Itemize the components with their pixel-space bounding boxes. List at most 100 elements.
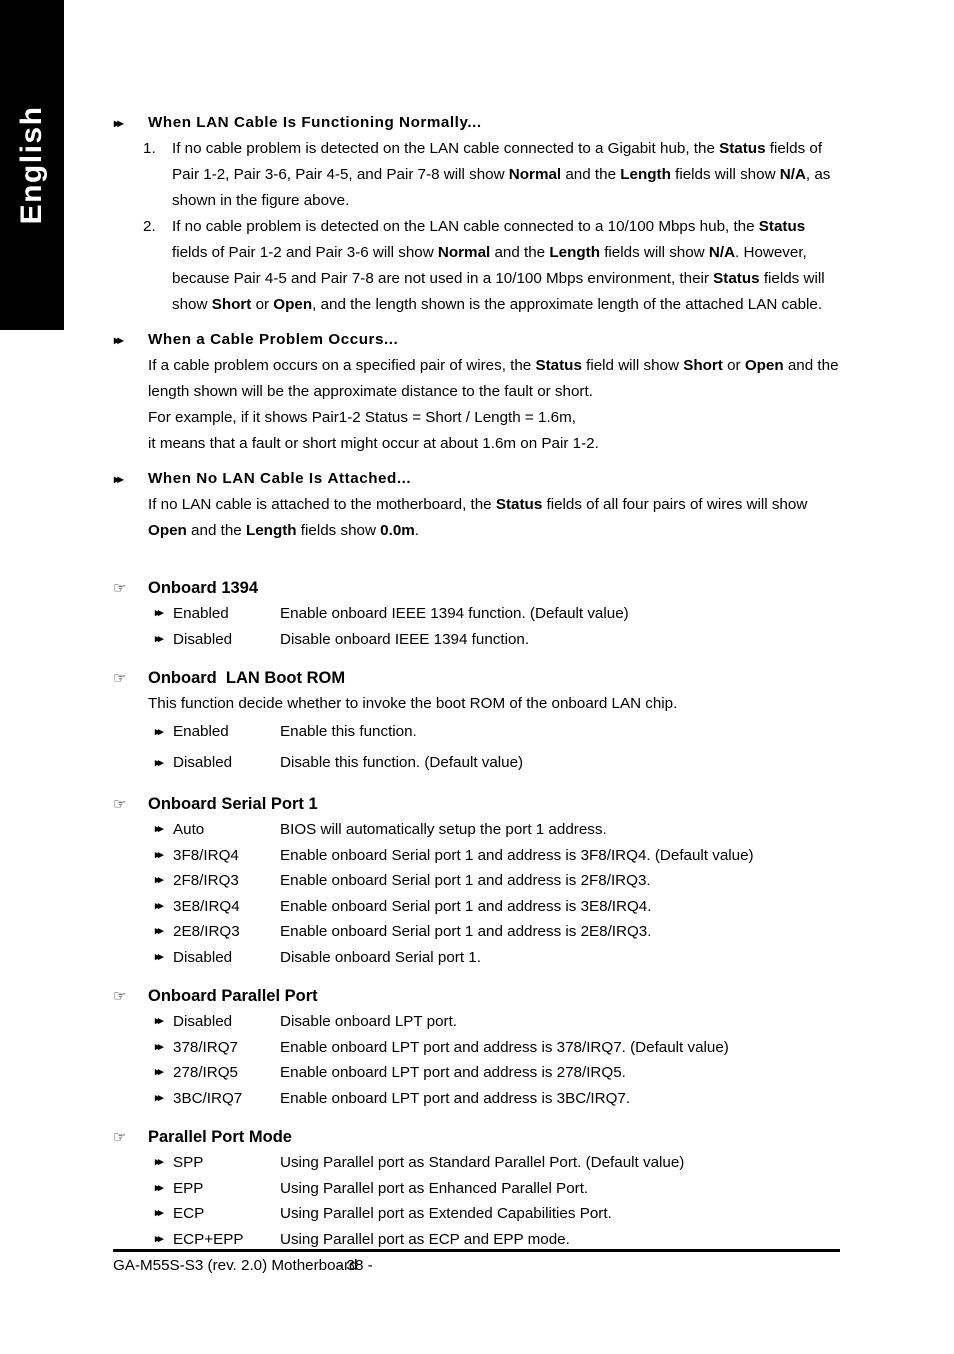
double-triangle-icon: ▸▸ <box>114 466 121 492</box>
option-row[interactable]: ▸▸ DisabledDisable this function. (Defaul… <box>113 748 840 779</box>
double-triangle-icon: ▸▸ <box>155 1009 161 1035</box>
double-triangle-icon: ▸▸ <box>155 868 161 894</box>
intro-region: ▸▸When LAN Cable Is Functioning Normally… <box>113 0 840 544</box>
list-item-text: If no cable problem is detected on the L… <box>172 140 830 209</box>
page-content: ▸▸When LAN Cable Is Functioning Normally… <box>113 0 840 1354</box>
double-triangle-icon: ▸▸ <box>155 1060 161 1086</box>
section-heading: ☞Onboard Serial Port 1 <box>113 791 840 817</box>
bios-sections-region: ☞ Onboard 1394 ▸▸ EnabledEnable onboard IEE… <box>113 544 840 1252</box>
intro-heading: ▸▸When LAN Cable Is Functioning Normally… <box>113 110 840 136</box>
section-heading: ☞ Onboard 1394 <box>113 575 840 601</box>
option-description: Disable onboard LPT port. <box>280 1009 457 1035</box>
double-triangle-icon: ▸▸ <box>155 843 161 869</box>
option-name: 2F8/IRQ3 <box>173 868 280 894</box>
option-name: Disabled <box>173 627 280 653</box>
option-description: Disable this function. (Default value) <box>280 748 523 779</box>
double-triangle-icon: ▸▸ <box>155 1086 161 1112</box>
footer-divider <box>113 1249 840 1252</box>
intro-heading: ▸▸When a Cable Problem Occurs... <box>113 327 840 353</box>
section-title: Onboard LAN Boot ROM <box>148 669 345 687</box>
list-item-number: 1. <box>143 136 165 162</box>
option-name: Enabled <box>173 601 280 627</box>
hand-pointer-icon: ☞ <box>113 984 126 1010</box>
language-tab-label: English <box>15 106 49 225</box>
option-name: Auto <box>173 817 280 843</box>
option-name: 2E8/IRQ3 <box>173 919 280 945</box>
option-description: Disable onboard Serial port 1. <box>280 945 481 971</box>
option-description: Disable onboard IEEE 1394 function. <box>280 627 529 653</box>
option-description: Enable onboard Serial port 1 and address… <box>280 843 754 869</box>
double-triangle-icon: ▸▸ <box>155 945 161 971</box>
option-name: Disabled <box>173 748 280 779</box>
double-triangle-icon: ▸▸ <box>155 601 161 627</box>
option-row[interactable]: ▸▸ EPPUsing Parallel port as Enhanced Par… <box>113 1176 840 1202</box>
double-triangle-icon: ▸▸ <box>155 717 161 748</box>
section-heading: ☞ Onboard Parallel Port <box>113 983 840 1009</box>
section-heading: ☞ Onboard LAN Boot ROM <box>113 665 840 691</box>
double-triangle-icon: ▸▸ <box>114 110 121 136</box>
option-name: ECP <box>173 1201 280 1227</box>
language-tab: English <box>0 0 64 330</box>
section-title: Onboard Parallel Port <box>148 987 318 1005</box>
list-item-number: 2. <box>143 214 165 240</box>
option-description: Using Parallel port as Enhanced Parallel… <box>280 1176 588 1202</box>
section-title: Onboard Serial Port 1 <box>148 795 318 813</box>
option-row[interactable]: ▸▸ 3E8/IRQ4Enable onboard Serial port 1 a… <box>113 894 840 920</box>
option-name: SPP <box>173 1150 280 1176</box>
option-row[interactable]: ▸▸ 2F8/IRQ3Enable onboard Serial port 1 a… <box>113 868 840 894</box>
section-note: This function decide whether to invoke t… <box>113 691 840 717</box>
double-triangle-icon: ▸▸ <box>155 1201 161 1227</box>
option-row[interactable]: ▸▸ EnabledEnable onboard IEEE 1394 functi… <box>113 601 840 627</box>
double-triangle-icon: ▸▸ <box>114 327 121 353</box>
option-row[interactable]: ▸▸ SPPUsing Parallel port as Standard Par… <box>113 1150 840 1176</box>
option-description: Enable onboard Serial port 1 and address… <box>280 919 651 945</box>
intro-paragraph: If no LAN cable is attached to the mothe… <box>113 492 840 544</box>
intro-paragraph: it means that a fault or short might occ… <box>113 431 840 457</box>
option-description: BIOS will automatically setup the port 1… <box>280 817 607 843</box>
option-row[interactable]: ▸▸378/IRQ7Enable onboard LPT port and ad… <box>113 1035 840 1061</box>
hand-pointer-icon: ☞ <box>113 666 126 692</box>
option-name: 3F8/IRQ4 <box>173 843 280 869</box>
option-description: Using Parallel port as Standard Parallel… <box>280 1150 684 1176</box>
option-description: Using Parallel port as Extended Capabili… <box>280 1201 612 1227</box>
double-triangle-icon: ▸▸ <box>155 748 161 779</box>
option-description: Enable onboard Serial port 1 and address… <box>280 868 651 894</box>
option-description: Enable this function. <box>280 717 417 748</box>
double-triangle-icon: ▸▸ <box>155 894 161 920</box>
double-triangle-icon: ▸▸ <box>155 1150 161 1176</box>
option-description: Enable onboard IEEE 1394 function. (Defa… <box>280 601 629 627</box>
section-title: Parallel Port Mode <box>148 1128 292 1146</box>
option-row[interactable]: ▸▸3BC/IRQ7Enable onboard LPT port and ad… <box>113 1086 840 1112</box>
option-name: 3E8/IRQ4 <box>173 894 280 920</box>
option-name: Disabled <box>173 945 280 971</box>
option-description: Enable onboard LPT port and address is 2… <box>280 1060 626 1086</box>
option-description: Enable onboard Serial port 1 and address… <box>280 894 651 920</box>
option-description: Enable onboard LPT port and address is 3… <box>280 1035 729 1061</box>
option-row[interactable]: ▸▸ 3F8/IRQ4Enable onboard Serial port 1 a… <box>113 843 840 869</box>
option-row[interactable]: ▸▸EnabledEnable this function. <box>113 717 840 748</box>
list-item-text: If no cable problem is detected on the L… <box>172 218 825 313</box>
footer-page-number: - 38 - <box>337 1255 372 1277</box>
hand-pointer-icon: ☞ <box>113 576 126 602</box>
hand-pointer-icon: ☞ <box>113 1125 126 1151</box>
option-name: Disabled <box>173 1009 280 1035</box>
numbered-list-item: 1. If no cable problem is detected on the… <box>113 136 840 214</box>
option-row[interactable]: ▸▸ DisabledDisable onboard IEEE 1394 func… <box>113 627 840 653</box>
intro-paragraph: For example, if it shows Pair1-2 Status … <box>113 405 840 431</box>
intro-heading: ▸▸When No LAN Cable Is Attached... <box>113 466 840 492</box>
double-triangle-icon: ▸▸ <box>155 919 161 945</box>
option-name: 378/IRQ7 <box>173 1035 280 1061</box>
footer-product-name: GA-M55S-S3 (rev. 2.0) Motherboard <box>113 1255 333 1277</box>
double-triangle-icon: ▸▸ <box>155 627 161 653</box>
option-row[interactable]: ▸▸ DisabledDisable onboard LPT port. <box>113 1009 840 1035</box>
option-row[interactable]: ▸▸AutoBIOS will automatically setup the … <box>113 817 840 843</box>
option-name: 278/IRQ5 <box>173 1060 280 1086</box>
page-footer: GA-M55S-S3 (rev. 2.0) Motherboard - 38 - <box>113 1249 840 1277</box>
option-row[interactable]: ▸▸ ECPUsing Parallel port as Extended Cap… <box>113 1201 840 1227</box>
option-row[interactable]: ▸▸ 2E8/IRQ3Enable onboard Serial port 1 a… <box>113 919 840 945</box>
option-row[interactable]: ▸▸ 278/IRQ5Enable onboard LPT port and ad… <box>113 1060 840 1086</box>
section-title: Onboard 1394 <box>148 579 258 597</box>
double-triangle-icon: ▸▸ <box>155 1176 161 1202</box>
option-name: EPP <box>173 1176 280 1202</box>
option-row[interactable]: ▸▸ DisabledDisable onboard Serial port 1. <box>113 945 840 971</box>
